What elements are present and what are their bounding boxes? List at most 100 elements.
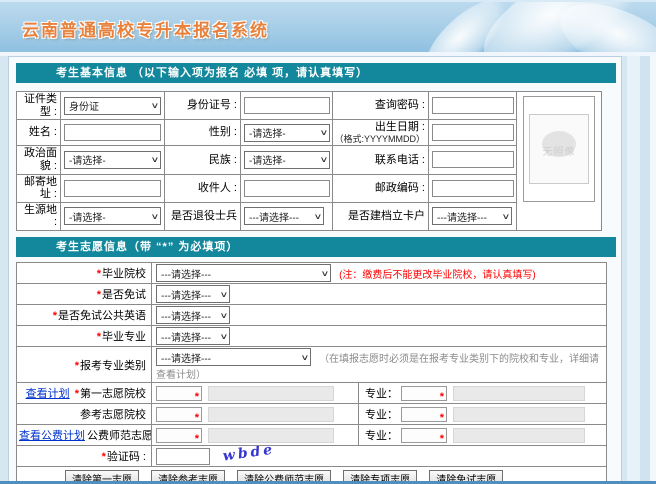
id-number-input[interactable]: [244, 97, 330, 115]
required-star: *: [194, 390, 199, 403]
page-title: 云南普通高校专升本报名系统: [22, 21, 269, 40]
grad-school-value: ---请选择---: [161, 269, 211, 281]
exempt-test-select[interactable]: ---请选择--- ∨: [156, 285, 230, 304]
required-star: *: [194, 411, 199, 424]
phone-input[interactable]: [432, 151, 514, 169]
chevron-down-icon: ∨: [150, 101, 160, 111]
first-choice-school-display: [208, 385, 334, 401]
view-plan-link[interactable]: 查看计划: [26, 388, 70, 400]
table-row: 生源地 : -请选择- ∨ 是否退役士兵 ---请选择--- ∨ 是否建档立卡户: [16, 201, 602, 232]
chevron-down-icon: ∨: [320, 268, 330, 278]
postal-code-input[interactable]: [432, 179, 514, 197]
table-row: *报考专业类别 ---请选择--- ∨ （在填报志愿时必须是在报考专业类别下的院…: [16, 346, 607, 384]
apply-category-select[interactable]: ---请选择--- ∨: [156, 348, 311, 367]
reference-choice-label: 参考志愿院校: [16, 403, 152, 426]
required-star: *: [74, 359, 79, 372]
apply-category-label: *报考专业类别: [16, 346, 152, 384]
required-star: *: [96, 331, 101, 344]
grad-school-note: (注：缴费后不能更改毕业院校，请认真填写): [339, 269, 536, 281]
reference-choice-major-label: 专业：: [365, 409, 398, 422]
phone-label: 联系电话 :: [332, 145, 429, 175]
table-row: 邮寄地址 : 收件人 : 邮政编码 :: [16, 173, 602, 203]
app-header: 云南普通高校专升本报名系统: [0, 0, 656, 52]
grad-school-label: *毕业院校: [16, 262, 152, 285]
origin-place-select[interactable]: -请选择- ∨: [64, 207, 161, 226]
chevron-down-icon: ∨: [150, 155, 160, 165]
background-stripe: [627, 56, 640, 481]
captcha-label: *验证码 :: [16, 445, 152, 467]
volunteer-section-header: 考生志愿信息（带 “*” 为必填项）: [16, 237, 616, 258]
registered-poverty-label: 是否建档立卡户: [332, 201, 429, 232]
cert-type-select[interactable]: 身份证 ∨: [64, 96, 161, 115]
photo-placeholder: 无照像: [529, 114, 589, 184]
required-star: *: [439, 390, 444, 403]
table-row: *是否免试公共英语 ---请选择--- ∨: [16, 304, 607, 327]
political-status-value: -请选择-: [69, 156, 106, 168]
exempt-english-select[interactable]: ---请选择--- ∨: [156, 306, 230, 325]
first-choice-major-display: [453, 385, 585, 401]
required-star: *: [101, 450, 106, 463]
table-row: *验证码 : wbde: [16, 445, 607, 467]
page: 云南普通高校专升本报名系统 考生基本信息 （以下输入项为报名 必填 项，请认真填…: [0, 0, 656, 484]
name-input[interactable]: [64, 124, 161, 142]
gender-value: -请选择-: [249, 129, 286, 141]
required-star: *: [96, 289, 101, 302]
query-password-input[interactable]: [432, 97, 514, 115]
chevron-down-icon: ∨: [219, 310, 229, 320]
grad-major-select[interactable]: ---请选择--- ∨: [156, 327, 230, 346]
exempt-english-label: *是否免试公共英语: [16, 304, 152, 327]
required-star: *: [52, 310, 57, 323]
public-funded-major-label: 专业：: [365, 430, 398, 443]
postal-code-label: 邮政编码 :: [332, 173, 429, 203]
birth-date-input[interactable]: [432, 124, 514, 142]
cert-type-label: 证件类型 :: [16, 90, 61, 121]
birth-date-format-hint: （格式:YYYYMMDD）: [334, 133, 425, 144]
ethnicity-value: -请选择-: [249, 156, 286, 168]
mail-address-input[interactable]: [64, 179, 161, 197]
captcha-input[interactable]: [156, 447, 210, 465]
mail-address-label: 邮寄地址 :: [16, 173, 61, 203]
table-row: 查看公费计划公费师范志愿院校 * 专业： *: [16, 424, 607, 447]
registered-poverty-value: ---请选择---: [437, 212, 487, 224]
table-row: *是否免试 ---请选择--- ∨: [16, 283, 607, 306]
recipient-input[interactable]: [244, 179, 330, 197]
form-panel: 考生基本信息 （以下输入项为报名 必填 项，请认真填写） 证件类型 : 身份证 …: [8, 56, 622, 484]
basic-info-table: 证件类型 : 身份证 ∨ 身份证号 : 查询密码 : 无照像 姓名: 性别:…: [16, 90, 602, 232]
basic-info-section-header: 考生基本信息 （以下输入项为报名 必填 项，请认真填写）: [16, 63, 616, 83]
recipient-label: 收件人 :: [164, 173, 241, 203]
background-stripe: [640, 56, 650, 481]
gender-select[interactable]: -请选择- ∨: [244, 123, 330, 142]
grad-major-label: *毕业专业: [16, 325, 152, 348]
photo-cell: 无照像: [516, 90, 602, 232]
required-star: *: [439, 411, 444, 424]
name-label: 姓名 :: [16, 119, 61, 147]
exempt-test-label: *是否免试: [16, 283, 152, 306]
chevron-down-icon: ∨: [319, 155, 329, 165]
public-funded-major-display: [453, 427, 585, 443]
veteran-select[interactable]: ---请选择--- ∨: [244, 207, 324, 226]
grad-school-select[interactable]: ---请选择--- ∨: [156, 264, 331, 283]
political-status-label: 政治面貌 :: [16, 145, 61, 175]
political-status-select[interactable]: -请选择- ∨: [64, 150, 161, 169]
view-public-funded-plan-link[interactable]: 查看公费计划: [19, 430, 85, 442]
origin-place-label: 生源地 :: [16, 201, 61, 232]
photo-frame: 无照像: [523, 96, 595, 202]
required-star: *: [96, 268, 101, 281]
table-row: *毕业专业 ---请选择--- ∨: [16, 325, 607, 348]
registered-poverty-select[interactable]: ---请选择--- ∨: [432, 207, 512, 226]
background-stripe: [650, 56, 656, 481]
chevron-down-icon: ∨: [501, 211, 511, 221]
exempt-test-value: ---请选择---: [161, 290, 211, 302]
cert-type-value: 身份证: [69, 102, 99, 114]
ethnicity-select[interactable]: -请选择- ∨: [244, 150, 330, 169]
chevron-down-icon: ∨: [313, 211, 323, 221]
reference-choice-school-display: [208, 406, 334, 422]
required-star: *: [74, 388, 79, 401]
table-row: 政治面貌 : -请选择- ∨ 民族 : -请选择- ∨ 联系电话 :: [16, 145, 602, 175]
public-funded-school-display: [208, 427, 334, 443]
captcha-code: wbde: [221, 445, 277, 465]
veteran-label: 是否退役士兵: [164, 201, 241, 232]
table-row: 查看计划 *第一志愿院校 * 专业： *: [16, 382, 607, 405]
volunteer-table: *毕业院校 ---请选择--- ∨ (注：缴费后不能更改毕业院校，请认真填写) …: [16, 262, 607, 484]
public-funded-choice-label: 查看公费计划公费师范志愿院校: [16, 424, 152, 447]
